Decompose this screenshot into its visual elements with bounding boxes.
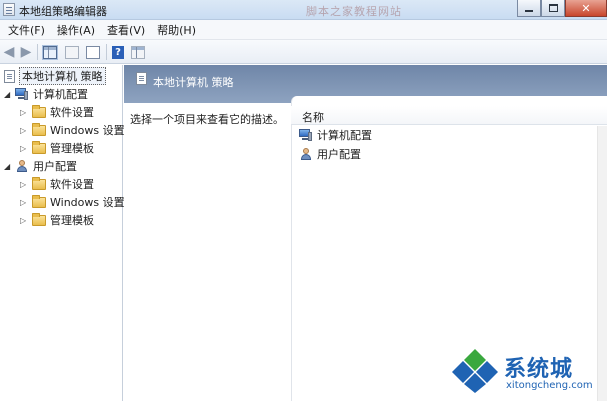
- show-hide-action-pane-button[interactable]: [130, 44, 146, 60]
- menu-bar: 文件(F) 操作(A) 查看(V) 帮助(H): [0, 20, 607, 40]
- tree-item-label: Windows 设置: [50, 196, 125, 209]
- forward-button[interactable]: ▶: [18, 44, 34, 60]
- minimize-icon: [525, 10, 533, 12]
- properties-icon: [65, 45, 79, 59]
- content-header-title: 本地计算机 策略: [153, 76, 234, 89]
- tree-item-label: Windows 设置: [50, 124, 125, 137]
- app-icon: [3, 3, 15, 16]
- watermark-url: xitongcheng.com: [506, 380, 593, 391]
- collapse-triangle-icon[interactable]: ▷: [20, 108, 29, 117]
- watermark-brand: 系统城: [504, 357, 574, 382]
- tree-item-admin-templates[interactable]: ▷ 管理模板: [20, 139, 94, 157]
- back-button[interactable]: ◀: [1, 44, 17, 60]
- user-icon: [15, 159, 29, 173]
- show-hide-action-pane-icon: [131, 45, 145, 59]
- tree-item-admin-templates[interactable]: ▷ 管理模板: [20, 211, 94, 229]
- user-icon: [299, 147, 313, 161]
- forward-arrow-icon: ▶: [20, 44, 32, 60]
- help-button[interactable]: ?: [110, 44, 126, 60]
- menu-help[interactable]: 帮助(H): [151, 22, 202, 38]
- toolbar-separator: [37, 44, 38, 60]
- show-hide-tree-button[interactable]: [42, 44, 58, 60]
- collapse-triangle-icon[interactable]: ▷: [20, 216, 29, 225]
- watermark-logo-icon: [452, 349, 498, 393]
- export-list-icon: [86, 45, 100, 59]
- tree-item-software-settings[interactable]: ▷ 软件设置: [20, 175, 94, 193]
- collapse-triangle-icon[interactable]: ▷: [20, 198, 29, 207]
- navigation-tree: 本地计算机 策略 ◢ 计算机配置 ▷ 软件设置 ▷ Windows 设置 ▷ 管…: [0, 65, 125, 401]
- tree-root[interactable]: 本地计算机 策略: [2, 67, 106, 85]
- window-controls: ✕: [517, 0, 607, 17]
- close-icon: ✕: [581, 1, 591, 15]
- tree-item-windows-settings[interactable]: ▷ Windows 设置: [20, 121, 125, 139]
- menu-action[interactable]: 操作(A): [51, 22, 101, 38]
- toolbar-separator: [106, 44, 107, 60]
- list-item-user-config[interactable]: 用户配置: [299, 146, 361, 162]
- list-item-label: 计算机配置: [317, 129, 372, 142]
- tree-item-label: 计算机配置: [33, 88, 88, 101]
- collapse-triangle-icon[interactable]: ▷: [20, 144, 29, 153]
- tree-item-label: 用户配置: [33, 160, 77, 173]
- watermark: 系统城 xitongcheng.com: [452, 345, 602, 397]
- menu-file[interactable]: 文件(F): [2, 22, 51, 38]
- watermark-top-text: 脚本之家教程网站: [306, 5, 402, 18]
- menu-view[interactable]: 查看(V): [101, 22, 151, 38]
- folder-icon: [32, 140, 46, 154]
- policy-document-icon: [4, 69, 15, 83]
- tree-item-label: 管理模板: [50, 142, 94, 155]
- folder-icon: [32, 212, 46, 226]
- close-button[interactable]: ✕: [565, 0, 607, 17]
- folder-icon: [32, 194, 46, 208]
- expand-triangle-icon[interactable]: ◢: [4, 162, 13, 171]
- computer-icon: [299, 129, 313, 141]
- tree-item-user-config[interactable]: ◢ 用户配置: [4, 157, 77, 175]
- show-hide-tree-icon: [43, 45, 57, 59]
- export-list-button[interactable]: [85, 44, 101, 60]
- collapse-triangle-icon[interactable]: ▷: [20, 126, 29, 135]
- toolbar: ◀ ▶ ?: [0, 40, 607, 64]
- list-item-computer-config[interactable]: 计算机配置: [299, 127, 372, 143]
- back-arrow-icon: ◀: [3, 44, 15, 60]
- folder-icon: [32, 104, 46, 118]
- tree-item-label: 软件设置: [50, 178, 94, 191]
- tree-item-label: 软件设置: [50, 106, 94, 119]
- maximize-icon: [548, 4, 558, 12]
- column-header[interactable]: [291, 106, 607, 125]
- column-header-name[interactable]: 名称: [302, 109, 324, 125]
- folder-icon: [32, 122, 46, 136]
- policy-document-icon: [136, 72, 147, 85]
- expand-triangle-icon[interactable]: ◢: [4, 90, 13, 99]
- list-item-label: 用户配置: [317, 148, 361, 161]
- tree-item-windows-settings[interactable]: ▷ Windows 设置: [20, 193, 125, 211]
- title-bar: 本地组策略编辑器 脚本之家教程网站 ✕: [0, 0, 607, 20]
- folder-icon: [32, 176, 46, 190]
- minimize-button[interactable]: [517, 0, 541, 17]
- help-icon: ?: [112, 45, 124, 59]
- tree-root-label: 本地计算机 策略: [19, 67, 106, 85]
- computer-icon: [15, 88, 29, 100]
- tree-item-computer-config[interactable]: ◢ 计算机配置: [4, 85, 88, 103]
- maximize-button[interactable]: [541, 0, 565, 17]
- tree-item-software-settings[interactable]: ▷ 软件设置: [20, 103, 94, 121]
- collapse-triangle-icon[interactable]: ▷: [20, 180, 29, 189]
- tree-item-label: 管理模板: [50, 214, 94, 227]
- window-title: 本地组策略编辑器: [19, 5, 107, 18]
- description-text: 选择一个项目来查看它的描述。: [130, 113, 284, 126]
- properties-button[interactable]: [64, 44, 80, 60]
